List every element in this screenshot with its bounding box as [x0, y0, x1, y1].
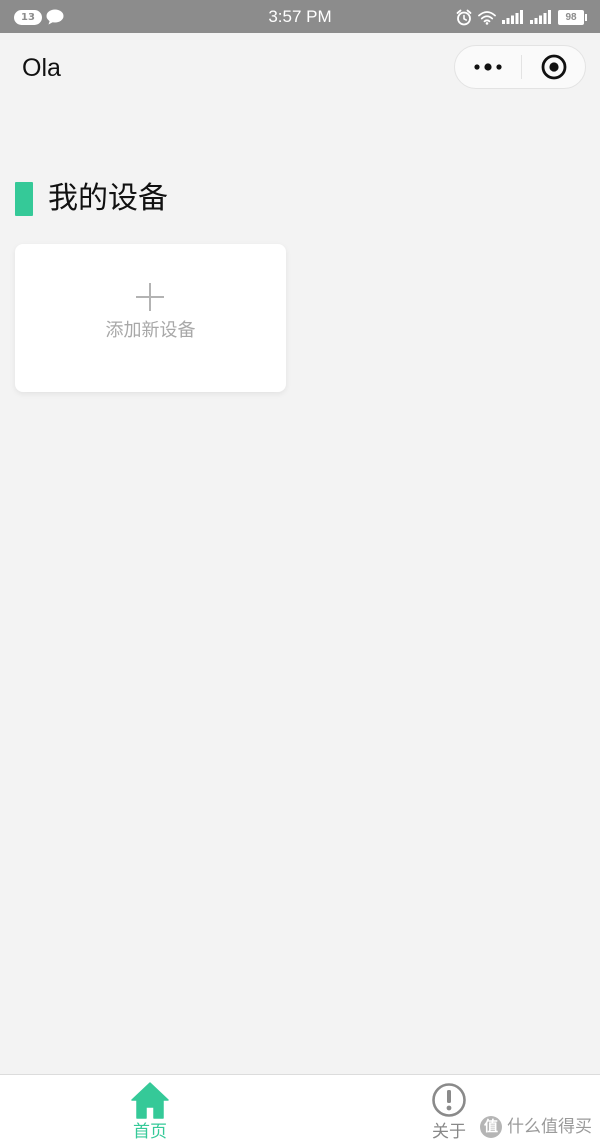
battery-icon: 98: [558, 9, 587, 25]
wifi-icon: [478, 10, 496, 25]
add-device-label: 添加新设备: [105, 320, 196, 341]
watermark-logo-icon: 值: [480, 1116, 502, 1138]
signal-icon: [502, 10, 523, 24]
section-accent-bar: [15, 182, 33, 216]
tab-home[interactable]: 首页: [90, 1075, 210, 1144]
status-indicators: 98: [456, 7, 587, 27]
status-bar: 13 3:57 PM 98: [0, 0, 600, 33]
more-dots-icon: [474, 63, 502, 71]
add-device-card[interactable]: 添加新设备: [15, 244, 286, 392]
signal-icon: [530, 10, 551, 24]
info-circle-icon: [430, 1081, 468, 1119]
mini-program-capsule: [454, 45, 586, 89]
plus-icon: [136, 283, 164, 311]
tab-home-label: 首页: [133, 1122, 167, 1142]
section-title: 我的设备: [48, 181, 168, 216]
watermark-text: 什么值得买: [507, 1117, 592, 1137]
home-icon: [131, 1081, 169, 1119]
close-button[interactable]: [522, 46, 586, 88]
watermark: 值 什么值得买: [480, 1115, 592, 1139]
page-title: Ola: [22, 54, 61, 82]
target-close-icon: [541, 54, 567, 80]
alarm-icon: [456, 9, 472, 25]
more-button[interactable]: [455, 46, 521, 88]
